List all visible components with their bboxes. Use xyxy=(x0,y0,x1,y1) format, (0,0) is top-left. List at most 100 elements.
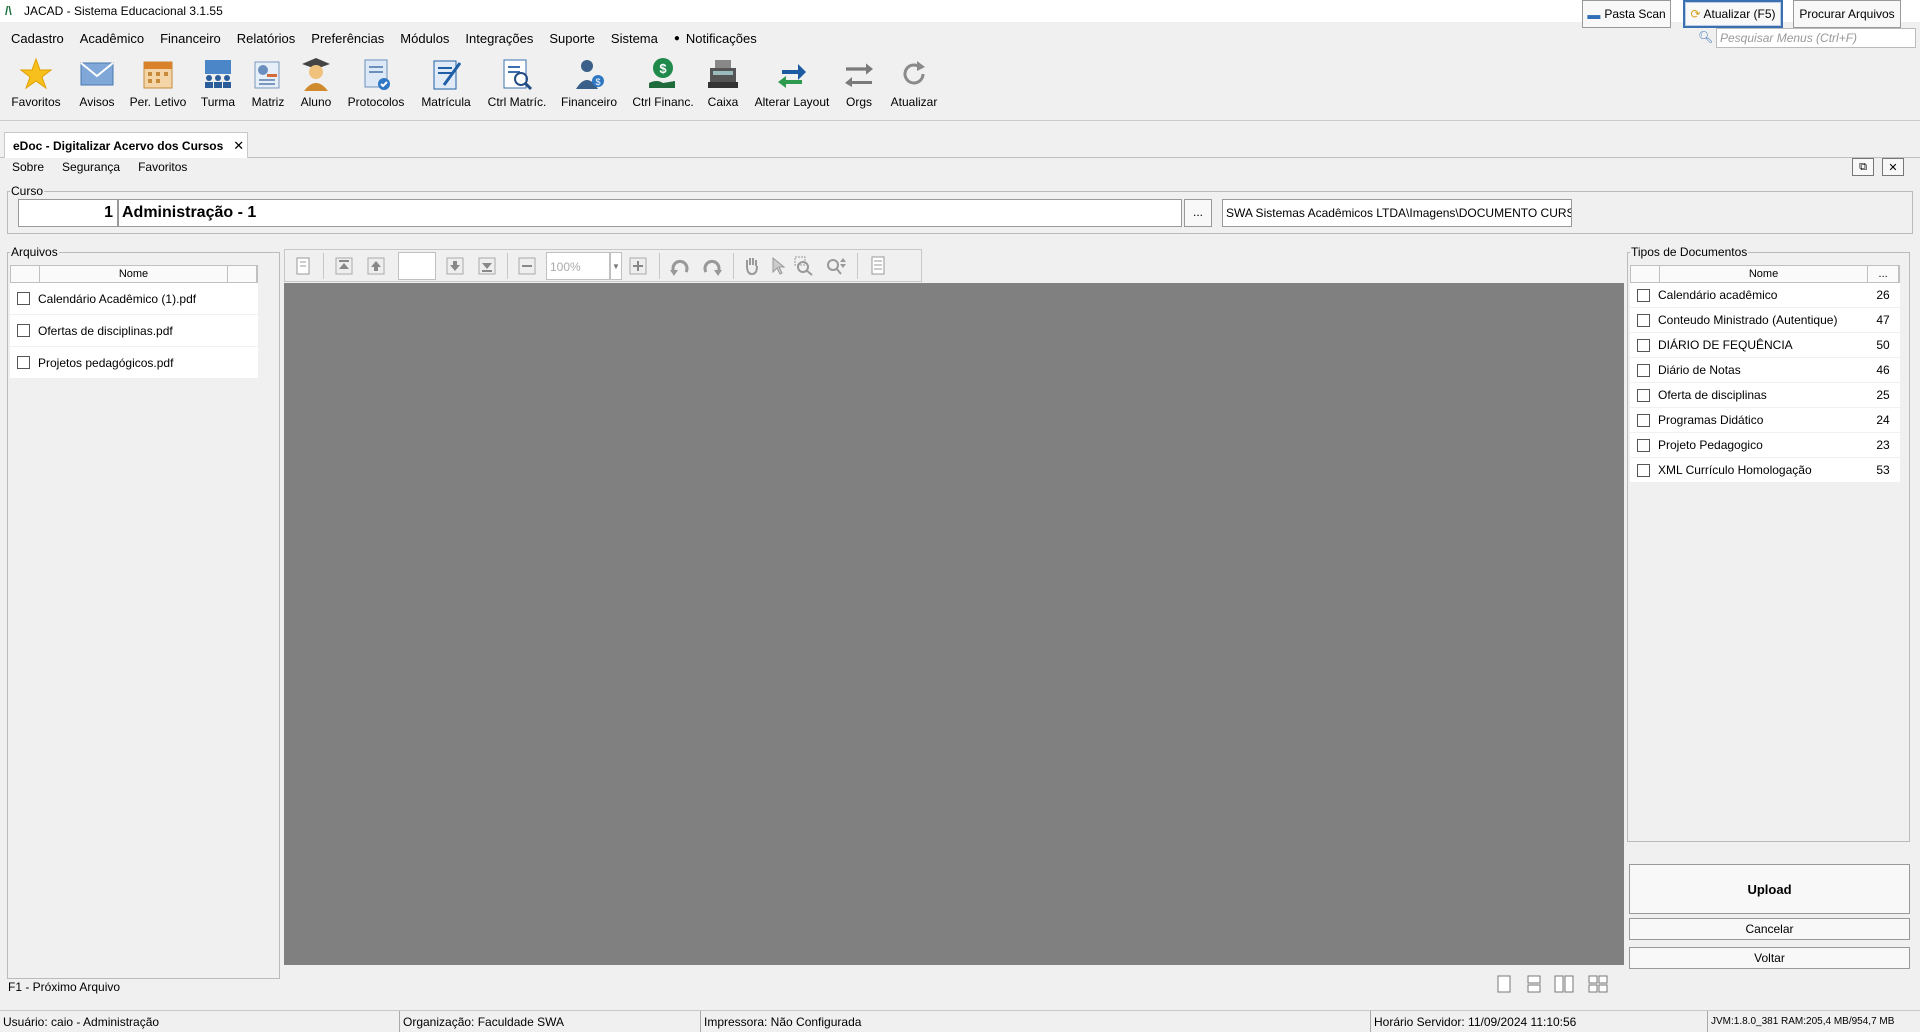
document-type-row[interactable]: Programas Didático 24 xyxy=(1630,408,1900,433)
calendar-icon xyxy=(140,56,176,92)
dynamic-zoom-icon[interactable] xyxy=(823,255,849,277)
zoom-box-icon[interactable] xyxy=(791,255,817,277)
document-type-row[interactable]: Conteudo Ministrado (Autentique) 47 xyxy=(1630,308,1900,333)
submenu-sobre[interactable]: Sobre xyxy=(0,160,50,178)
tab-edoc[interactable]: eDoc - Digitalizar Acervo dos Cursos ✕ xyxy=(4,132,248,158)
file-checkbox[interactable] xyxy=(17,324,30,337)
status-bar: Usuário: caio - Administração Organizaçã… xyxy=(0,1010,1920,1032)
single-page-view-icon[interactable] xyxy=(1494,974,1514,994)
menu-cadastro[interactable]: Cadastro xyxy=(0,31,72,46)
close-tab-icon[interactable]: ✕ xyxy=(233,138,244,154)
doc-type-checkbox[interactable] xyxy=(1637,438,1650,452)
voltar-button[interactable]: Voltar xyxy=(1629,947,1910,969)
file-checkbox[interactable] xyxy=(17,356,30,369)
upload-button[interactable]: Upload xyxy=(1629,864,1910,914)
course-lookup-button[interactable]: ... xyxy=(1184,199,1212,227)
doc-type-checkbox[interactable] xyxy=(1637,363,1650,377)
toolbar-favoritos[interactable]: Favoritos xyxy=(10,56,62,120)
doc-table-header: Nome ... xyxy=(1630,265,1900,283)
menu-search-input[interactable]: Pesquisar Menus (Ctrl+F) xyxy=(1716,28,1916,48)
doc-type-checkbox[interactable] xyxy=(1637,413,1650,427)
file-row[interactable]: Ofertas de disciplinas.pdf xyxy=(10,315,258,347)
zoom-in-icon[interactable] xyxy=(625,255,651,277)
facing-view-icon[interactable] xyxy=(1554,974,1574,994)
toolbar-aluno[interactable]: Aluno xyxy=(294,56,338,120)
page-number-input[interactable] xyxy=(398,252,436,280)
cancelar-button[interactable]: Cancelar xyxy=(1629,918,1910,940)
search-icon: 🔍︎ xyxy=(1698,30,1714,44)
course-code-field[interactable]: 1 xyxy=(18,199,118,227)
menu-relatorios[interactable]: Relatórios xyxy=(229,31,304,46)
menu-integracoes[interactable]: Integrações xyxy=(457,31,541,46)
menu-modulos[interactable]: Módulos xyxy=(392,31,457,46)
doc-type-checkbox[interactable] xyxy=(1637,313,1650,327)
continuous-facing-view-icon[interactable] xyxy=(1588,974,1608,994)
toolbar-orgs[interactable]: Orgs xyxy=(840,56,878,120)
atualizar-button[interactable]: ⟳ Atualizar (F5) xyxy=(1683,0,1783,28)
doc-type-id: 26 xyxy=(1876,288,1890,302)
files-col-nome[interactable]: Nome xyxy=(40,266,229,282)
submenu-favoritos[interactable]: Favoritos xyxy=(126,160,193,178)
status-impressora: Impressora: Não Configurada xyxy=(701,1011,1371,1032)
toolbar-financeiro[interactable]: $ Financeiro xyxy=(558,56,620,120)
course-name-field[interactable]: Administração - 1 xyxy=(118,199,1182,227)
document-type-row[interactable]: Oferta de disciplinas 25 xyxy=(1630,383,1900,408)
toolbar-ctrl-matric[interactable]: Ctrl Matríc. xyxy=(484,56,550,120)
pan-hand-icon[interactable] xyxy=(739,255,765,277)
pasta-scan-button[interactable]: ▬ Pasta Scan xyxy=(1582,0,1671,28)
svg-text:$: $ xyxy=(595,77,600,87)
toolbar-per-letivo[interactable]: Per. Letivo xyxy=(128,56,188,120)
doc-type-checkbox[interactable] xyxy=(1637,463,1650,477)
rotate-right-icon[interactable] xyxy=(699,255,725,277)
menu-suporte[interactable]: Suporte xyxy=(541,31,603,46)
menu-sistema[interactable]: Sistema xyxy=(603,31,666,46)
toolbar-caixa[interactable]: Caixa xyxy=(702,56,744,120)
toolbar-avisos[interactable]: Avisos xyxy=(72,56,122,120)
document-type-row[interactable]: Diário de Notas 46 xyxy=(1630,358,1900,383)
menu-financeiro[interactable]: Financeiro xyxy=(152,31,229,46)
detach-panel-icon[interactable]: ⧉ xyxy=(1852,158,1874,176)
doc-type-checkbox[interactable] xyxy=(1637,388,1650,402)
text-select-icon[interactable] xyxy=(765,255,791,277)
next-page-icon[interactable] xyxy=(442,255,468,277)
toolbar-turma[interactable]: Turma xyxy=(196,56,240,120)
document-type-row[interactable]: XML Currículo Homologação 53 xyxy=(1630,458,1900,483)
first-page-icon[interactable] xyxy=(331,255,357,277)
menu-academico[interactable]: Acadêmico xyxy=(72,31,152,46)
menu-preferencias[interactable]: Preferências xyxy=(303,31,392,46)
toolbar-matriz[interactable]: Matriz xyxy=(246,56,290,120)
menu-notificacoes[interactable]: ● Notificações xyxy=(666,31,765,46)
student-icon xyxy=(298,56,334,92)
file-row[interactable]: Projetos pedagógicos.pdf xyxy=(10,347,258,379)
file-row[interactable]: Calendário Acadêmico (1).pdf xyxy=(10,283,258,315)
rotate-left-icon[interactable] xyxy=(667,255,693,277)
document-type-row[interactable]: Projeto Pedagogico 23 xyxy=(1630,433,1900,458)
submenu-seguranca[interactable]: Segurança xyxy=(50,160,126,178)
toolbar-ctrl-financ[interactable]: $ Ctrl Financ. xyxy=(630,56,696,120)
last-page-icon[interactable] xyxy=(474,255,500,277)
thumbnails-icon[interactable] xyxy=(290,255,316,277)
document-type-row[interactable]: DIÁRIO DE FEQUÊNCIA 50 xyxy=(1630,333,1900,358)
procurar-arquivos-button[interactable]: Procurar Arquivos xyxy=(1793,0,1901,28)
zoom-dropdown-icon[interactable]: ▼ xyxy=(610,252,622,280)
toolbar-matricula[interactable]: Matrícula xyxy=(418,56,474,120)
doc-type-checkbox[interactable] xyxy=(1637,338,1650,352)
continuous-view-icon[interactable] xyxy=(1524,974,1544,994)
pdf-viewer-area[interactable] xyxy=(284,283,1624,965)
toolbar-protocolos[interactable]: Protocolos xyxy=(344,56,408,120)
file-checkbox[interactable] xyxy=(17,292,30,305)
previous-page-icon[interactable] xyxy=(363,255,389,277)
close-panel-icon[interactable]: ✕ xyxy=(1882,158,1904,176)
doc-type-checkbox[interactable] xyxy=(1637,288,1650,302)
zoom-level-field[interactable]: 100% xyxy=(546,252,610,280)
print-icon[interactable] xyxy=(865,255,891,277)
toolbar-atualizar[interactable]: Atualizar xyxy=(888,56,940,120)
doc-col-nome[interactable]: Nome xyxy=(1660,266,1869,282)
scan-path-field[interactable]: SWA Sistemas Acadêmicos LTDA\Imagens\DOC… xyxy=(1222,199,1572,227)
zoom-out-icon[interactable] xyxy=(514,255,540,277)
toolbar-alterar-layout[interactable]: Alterar Layout xyxy=(752,56,832,120)
document-type-row[interactable]: Calendário acadêmico 26 xyxy=(1630,283,1900,308)
doc-col-extra[interactable]: ... xyxy=(1868,266,1900,282)
status-horario: Horário Servidor: 11/09/2024 11:10:56 xyxy=(1371,1011,1708,1032)
menu-bar: Cadastro Acadêmico Financeiro Relatórios… xyxy=(0,27,1920,49)
